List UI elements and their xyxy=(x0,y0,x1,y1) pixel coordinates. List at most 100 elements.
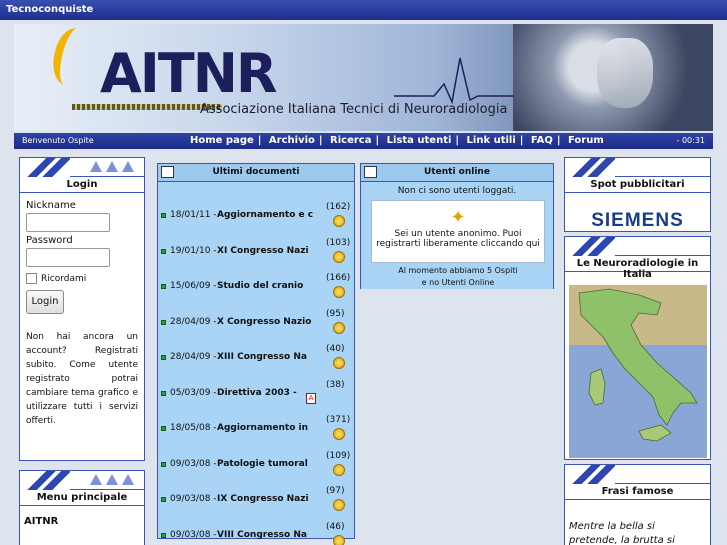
download-icon[interactable] xyxy=(333,357,345,369)
document-title[interactable]: XIII Congresso Na xyxy=(217,352,307,362)
logo-swirl xyxy=(47,24,95,90)
star-icon: ✦ xyxy=(450,207,466,228)
download-icon[interactable] xyxy=(333,499,345,511)
remember-checkbox[interactable] xyxy=(26,273,37,284)
download-count: (95) xyxy=(326,308,345,319)
document-date: 15/06/09 - xyxy=(170,281,217,291)
document-title[interactable]: Studio del cranio xyxy=(217,281,303,291)
document-row[interactable]: 28/04/09 - XIII Congresso Na (40) xyxy=(158,344,355,374)
document-title[interactable]: Aggiornamento in xyxy=(217,423,308,433)
online-count-text: e no Utenti Online xyxy=(421,278,495,287)
nav-home[interactable]: Home page xyxy=(190,135,254,146)
bullet-icon xyxy=(161,355,166,360)
nav-faq[interactable]: FAQ xyxy=(531,135,553,146)
remember-label: Ricordami xyxy=(41,273,87,284)
bullet-icon xyxy=(161,532,166,538)
statues-image xyxy=(513,24,713,131)
nav-link-utili[interactable]: Link utili xyxy=(467,135,516,146)
latest-documents-box: Ultimi documenti 18/01/11 - Aggiornamento… xyxy=(157,163,355,545)
online-title: Utenti online xyxy=(424,167,490,177)
document-title[interactable]: XI Congresso Nazi xyxy=(217,246,309,256)
main-navbar: Benvenuto Ospite Home page | Archivio | Ri… xyxy=(14,133,713,149)
nav-ricerca[interactable]: Ricerca xyxy=(330,135,371,146)
document-title[interactable]: Aggiornamento e c xyxy=(217,210,313,220)
register-info[interactable]: Non hai ancora un account? Registrati su… xyxy=(26,330,138,428)
nav-forum[interactable]: Forum xyxy=(568,135,604,146)
document-row[interactable]: 18/05/08 - Aggiornamento in (371) xyxy=(158,415,355,445)
download-icon[interactable] xyxy=(333,463,345,476)
document-date: 05/03/09 - xyxy=(170,387,217,398)
site-topbar: Tecnoconquiste xyxy=(0,0,727,20)
box-header xyxy=(20,471,144,490)
bullet-icon xyxy=(161,390,166,396)
document-title[interactable]: Patologie tumoral xyxy=(217,459,308,469)
nav-archivio[interactable]: Archivio xyxy=(269,135,315,146)
download-count: (38) xyxy=(326,379,345,390)
document-row[interactable]: 15/06/09 - Studio del cranio (166) xyxy=(158,273,355,303)
main-menu-box: Menu principale AITNR xyxy=(19,470,145,545)
document-row[interactable]: 09/03/08 - VIII Congresso Na (46) xyxy=(158,522,355,545)
siemens-logo[interactable]: SIEMENS xyxy=(565,210,710,232)
password-label: Password xyxy=(26,235,73,246)
download-count: (46) xyxy=(326,521,345,532)
document-date: 18/01/11 - xyxy=(170,210,217,220)
download-icon[interactable] xyxy=(333,321,345,334)
download-count: (40) xyxy=(326,344,345,354)
document-title[interactable]: X Congresso Nazio xyxy=(217,317,311,327)
nickname-label: Nickname xyxy=(26,200,76,211)
document-title[interactable]: Direttiva 2003 - xyxy=(217,388,297,398)
bullet-icon xyxy=(161,497,166,502)
welcome-text: Benvenuto Ospite xyxy=(22,136,94,145)
menu-title: Menu principale xyxy=(20,490,144,506)
docs-title: Ultimi documenti xyxy=(212,167,300,177)
document-date: 28/04/09 - xyxy=(170,352,217,362)
download-icon[interactable] xyxy=(333,534,345,545)
document-date: 09/03/08 - xyxy=(170,458,217,469)
box-header xyxy=(565,237,710,256)
menu-item-aitnr[interactable]: AITNR xyxy=(20,506,144,537)
quotes-title: Frasi famose xyxy=(565,484,710,500)
document-date: 19/01/10 - xyxy=(170,245,217,256)
document-row[interactable]: 18/01/11 - Aggiornamento e c (162) xyxy=(158,202,355,232)
documents-list: 18/01/11 - Aggiornamento e c (162) 19/01/10… xyxy=(158,182,355,545)
document-row[interactable]: 28/04/09 -X Congresso Nazio (95) xyxy=(158,309,355,339)
document-title[interactable]: IX Congresso Nazi xyxy=(217,494,309,504)
italy-map[interactable] xyxy=(569,285,707,458)
nickname-input[interactable] xyxy=(26,213,110,232)
ads-box: Spot pubblicitari SIEMENS xyxy=(564,157,711,232)
banner-subtitle: Associazione Italiana Tecnici di Neurora… xyxy=(200,102,508,117)
quotes-box: Frasi famose Mentre la bella si pretende… xyxy=(564,464,711,545)
document-date: 09/03/08 - xyxy=(170,529,217,540)
download-icon[interactable] xyxy=(333,428,345,440)
document-date: 18/05/08 - xyxy=(170,423,217,433)
password-input[interactable] xyxy=(26,248,110,267)
download-icon[interactable] xyxy=(333,250,345,263)
site-title: Tecnoconquiste xyxy=(6,4,94,15)
anonymous-text[interactable]: Sei un utente anonimo. Puoi registrarti … xyxy=(376,229,540,249)
pdf-icon[interactable]: A xyxy=(306,392,316,404)
document-title[interactable]: VIII Congresso Na xyxy=(217,530,307,540)
quote-text: Mentre la bella si pretende, la brutta s… xyxy=(569,521,675,545)
download-count: (166) xyxy=(326,273,351,283)
document-row[interactable]: 09/03/08 - Patologie tumoral (109) xyxy=(158,451,355,481)
bullet-icon xyxy=(161,319,166,325)
download-icon[interactable] xyxy=(333,286,345,298)
bullet-icon xyxy=(161,284,166,289)
bullet-icon xyxy=(161,248,166,254)
document-row[interactable]: 19/01/10 - XI Congresso Nazi (103) xyxy=(158,238,355,268)
login-button[interactable]: Login xyxy=(26,290,64,314)
box-header xyxy=(565,158,710,177)
box-header xyxy=(20,158,144,177)
anonymous-user-panel[interactable]: ✦ Sei un utente anonimo. Puoi registrart… xyxy=(371,200,545,263)
document-row[interactable]: 09/03/08 - IX Congresso Nazi (97) xyxy=(158,486,355,516)
bullet-icon xyxy=(161,213,166,218)
users-icon xyxy=(364,166,377,178)
document-date: 28/04/09 - xyxy=(170,316,217,327)
download-count: (97) xyxy=(326,486,345,496)
nav-lista-utenti[interactable]: Lista utenti xyxy=(387,135,452,146)
guest-count-text: Al momento abbiamo 5 Ospiti xyxy=(398,266,518,275)
document-row[interactable]: 05/03/09 - Direttiva 2003 - (38) A xyxy=(158,380,355,410)
download-icon[interactable] xyxy=(333,215,345,227)
bullet-icon xyxy=(161,461,166,467)
bullet-icon xyxy=(161,426,166,431)
